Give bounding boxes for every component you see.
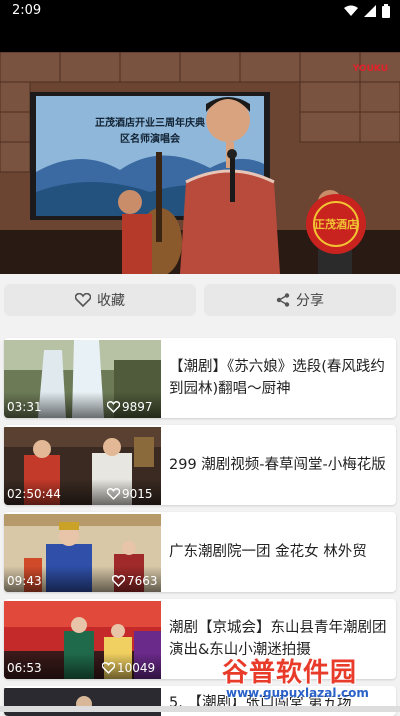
video-duration: 03:31 (7, 400, 42, 414)
video-title: 【潮剧】《苏六娘》选段(春风践约到园林)翻唱～厨神 (169, 359, 385, 397)
banner-text: 正茂酒店开业三周年庆典 区名师演唱会 (40, 116, 260, 148)
video-duration: 09:43 (7, 574, 42, 588)
watermark-name: 谷普软件园 (222, 658, 358, 688)
video-player[interactable]: YOUKU 正茂酒店开业三周年庆典 区名师演唱会 正茂酒店 (0, 52, 400, 274)
video-top-bar (0, 24, 400, 52)
heart-icon (75, 293, 91, 307)
video-title: 299 潮剧视频-春草闯堂-小梅花版 (169, 457, 386, 473)
list-item[interactable]: 03:31 9897 【潮剧】《苏六娘》选段(春风践约到园林)翻唱～厨神 (4, 338, 396, 418)
likes-count: 7663 (127, 574, 158, 588)
heart-icon (107, 488, 120, 500)
share-icon (276, 293, 290, 307)
watermark-url: www.gupuxlazal.com (226, 686, 369, 700)
action-row: 收藏 分享 (0, 284, 400, 324)
likes-count: 9015 (122, 487, 153, 501)
video-duration: 06:53 (7, 661, 42, 675)
seal-text: 正茂酒店 (314, 218, 358, 231)
favorite-button[interactable]: 收藏 (4, 284, 196, 316)
banner-line-2: 区名师演唱会 (120, 134, 180, 145)
video-brand-logo: YOUKU (352, 64, 388, 74)
favorite-label: 收藏 (97, 293, 125, 309)
status-bar: 2:09 (0, 0, 400, 24)
status-icons (344, 4, 390, 18)
list-item[interactable]: 02:50:44 9015 299 潮剧视频-春草闯堂-小梅花版 (4, 425, 396, 505)
battery-icon (382, 4, 390, 18)
heart-icon (107, 401, 120, 413)
heart-icon (112, 575, 125, 587)
video-duration: 02:50:44 (7, 487, 61, 501)
banner-line-1: 正茂酒店开业三周年庆典 (95, 118, 205, 129)
video-title: 广东潮剧院一团 金花女 林外贸 (169, 544, 367, 560)
share-label: 分享 (296, 293, 324, 309)
video-frame (0, 52, 400, 274)
system-nav-bar (0, 706, 400, 712)
heart-icon (102, 662, 115, 674)
likes-count: 10049 (117, 661, 156, 675)
likes-count: 9897 (122, 400, 153, 414)
signal-icon (364, 5, 376, 17)
status-time: 2:09 (12, 3, 42, 18)
share-button[interactable]: 分享 (204, 284, 396, 316)
wifi-icon (344, 5, 358, 16)
site-watermark: 谷普软件园 www.gupuxlazal.com (218, 648, 398, 708)
list-item[interactable]: 09:43 7663 广东潮剧院一团 金花女 林外贸 (4, 512, 396, 592)
